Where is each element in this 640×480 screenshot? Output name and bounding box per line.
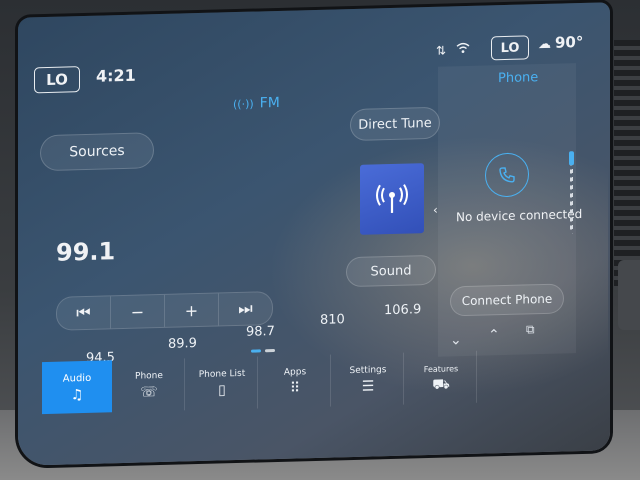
preset-2[interactable]: 89.9 xyxy=(168,336,197,352)
tab-settings-label: Settings xyxy=(349,365,387,377)
preset-3[interactable]: 98.7 xyxy=(246,324,275,340)
hazard-knob xyxy=(618,260,640,330)
radio-tower-icon xyxy=(376,184,408,213)
chevron-down-icon[interactable]: ⌄ xyxy=(450,332,462,348)
tune-down-button[interactable]: − xyxy=(111,294,165,329)
tab-apps[interactable]: Apps ⠿ xyxy=(260,354,331,409)
status-icons: ⇅ xyxy=(436,42,470,58)
driver-temp-label: LO xyxy=(46,70,68,90)
connect-phone-button[interactable]: Connect Phone xyxy=(450,283,564,317)
sound-button[interactable]: Sound xyxy=(346,254,436,288)
direct-tune-label: Direct Tune xyxy=(358,115,432,133)
phone-panel-title: Phone xyxy=(498,70,539,87)
tab-apps-label: Apps xyxy=(283,367,307,378)
seek-back-button[interactable]: ⏮ xyxy=(57,296,111,330)
seek-forward-button[interactable]: ⏭ xyxy=(219,292,272,325)
connect-phone-label: Connect Phone xyxy=(461,291,553,309)
passenger-temp-label: LO xyxy=(500,40,520,56)
tab-features-label: Features xyxy=(423,363,459,374)
car-features-icon: ⛟ xyxy=(432,375,450,393)
direct-tune-button[interactable]: Direct Tune xyxy=(350,106,440,142)
clock: 4:21 xyxy=(96,65,136,86)
preset-5[interactable]: 106.9 xyxy=(384,302,421,318)
seek-controls: ⏮ − + ⏭ xyxy=(56,291,273,331)
sound-label: Sound xyxy=(370,262,412,280)
station-art-tile[interactable] xyxy=(360,163,424,235)
current-frequency: 99.1 xyxy=(56,237,116,267)
outside-temperature: 90° xyxy=(555,32,584,52)
data-transfer-icon: ⇅ xyxy=(436,43,447,58)
page-indicator xyxy=(251,349,275,353)
tab-phone-list-label: Phone List xyxy=(198,368,246,381)
chevron-up-icon[interactable]: ⌃ xyxy=(488,327,500,343)
page-dot xyxy=(265,349,275,353)
tab-phone-list[interactable]: Phone List ▯ xyxy=(187,356,258,411)
preset-4[interactable]: 810 xyxy=(320,312,345,328)
driver-temp-badge[interactable]: LO xyxy=(34,66,80,94)
broadcast-icon: ((·)) xyxy=(233,97,254,111)
tab-phone-label: Phone xyxy=(135,370,163,382)
page-dot-active xyxy=(251,349,261,353)
band-indicator: ((·)) FM xyxy=(233,95,280,112)
wifi-icon xyxy=(456,42,470,57)
phone-icon: ☏ xyxy=(140,384,158,401)
tab-audio-label: Audio xyxy=(62,372,92,385)
tab-settings[interactable]: Settings ☰ xyxy=(333,352,404,407)
tab-audio[interactable]: Audio ♫ xyxy=(42,360,112,415)
tab-phone[interactable]: Phone ☏ xyxy=(114,358,185,413)
sources-button[interactable]: Sources xyxy=(40,132,154,172)
bottom-tab-bar: Audio ♫ Phone ☏ Phone List ▯ Apps ⠿ Sett… xyxy=(42,348,572,418)
tune-up-button[interactable]: + xyxy=(165,293,219,327)
tab-features[interactable]: Features ⛟ xyxy=(406,350,477,405)
band-label: FM xyxy=(259,94,280,112)
settings-sliders-icon: ☰ xyxy=(361,378,375,395)
infotainment-screen: LO 4:21 ⇅ LO ☁ 90° ((·)) FM Sources Dire… xyxy=(18,2,610,466)
music-note-icon: ♫ xyxy=(70,386,84,403)
apps-grid-icon: ⠿ xyxy=(289,380,301,397)
phone-list-icon: ▯ xyxy=(218,382,226,399)
sources-label: Sources xyxy=(69,142,125,161)
phone-panel-scroll-thumb[interactable] xyxy=(569,151,574,166)
weather-icon: ☁ xyxy=(538,36,551,53)
air-vent xyxy=(614,40,640,290)
passenger-temp-badge[interactable]: LO xyxy=(491,35,529,61)
recent-apps-icon[interactable]: ⧉ xyxy=(526,322,535,337)
